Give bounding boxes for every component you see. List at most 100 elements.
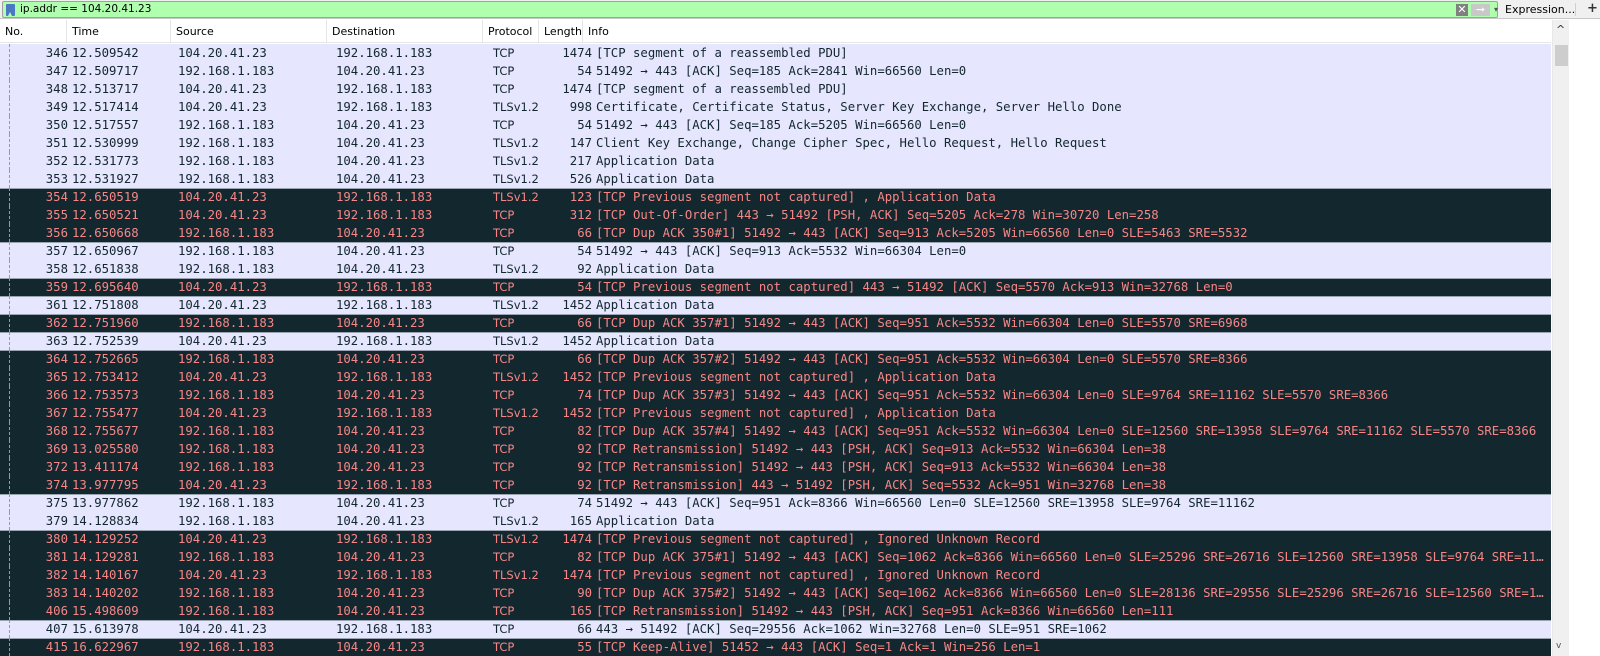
packet-number: 351: [45, 136, 68, 150]
packet-length: 217: [569, 154, 592, 168]
packet-source: 104.20.41.23: [178, 622, 267, 636]
packet-row[interactable]: 383 14.140202 192.168.1.183 104.20.41.23 TCP…: [0, 584, 1551, 602]
packet-number: 353: [45, 172, 68, 186]
vertical-scrollbar[interactable]: [1552, 20, 1569, 656]
packet-source: 192.168.1.183: [178, 316, 275, 330]
packet-row[interactable]: 358 12.651838 192.168.1.183 104.20.41.23 TLS…: [0, 260, 1551, 278]
packet-row[interactable]: 347 12.509717 192.168.1.183 104.20.41.23 TCP…: [0, 62, 1551, 80]
packet-destination: 104.20.41.23: [336, 64, 425, 78]
packet-source: 192.168.1.183: [178, 226, 275, 240]
packet-destination: 192.168.1.183: [336, 532, 433, 546]
packet-time: 12.650521: [72, 208, 139, 222]
packet-destination: 104.20.41.23: [336, 442, 425, 456]
packet-number: 364: [45, 352, 68, 366]
packet-source: 192.168.1.183: [178, 496, 275, 510]
packet-row[interactable]: 365 12.753412 104.20.41.23 192.168.1.183 TLS…: [0, 368, 1551, 386]
packet-row[interactable]: 406 15.498609 192.168.1.183 104.20.41.23 TCP…: [0, 602, 1551, 620]
packet-length: 82: [577, 550, 592, 564]
scroll-up-icon[interactable]: ^: [1556, 24, 1565, 36]
filter-history-dropdown-icon[interactable]: ▾: [1494, 5, 1498, 14]
packet-length: 74: [577, 496, 592, 510]
packet-source: 104.20.41.23: [178, 370, 267, 384]
bookmark-icon[interactable]: [6, 4, 15, 16]
column-header-time[interactable]: Time: [67, 20, 171, 43]
packet-row[interactable]: 372 13.411174 192.168.1.183 104.20.41.23 TCP…: [0, 458, 1551, 476]
packet-row[interactable]: 407 15.613978 104.20.41.23 192.168.1.183 TCP…: [0, 620, 1551, 638]
packet-destination: 104.20.41.23: [336, 316, 425, 330]
scrollbar-thumb[interactable]: [1555, 45, 1568, 66]
packet-destination: 192.168.1.183: [336, 334, 433, 348]
packet-row[interactable]: 353 12.531927 192.168.1.183 104.20.41.23 TLS…: [0, 170, 1551, 188]
column-header-protocol[interactable]: Protocol: [483, 20, 539, 43]
expression-button[interactable]: Expression...: [1505, 1, 1575, 18]
packet-row[interactable]: 380 14.129252 104.20.41.23 192.168.1.183 TLS…: [0, 530, 1551, 548]
column-header-source[interactable]: Source: [171, 20, 327, 43]
packet-info: Certificate, Certificate Status, Server …: [596, 100, 1122, 114]
packet-source: 192.168.1.183: [178, 550, 275, 564]
packet-row[interactable]: 379 14.128834 192.168.1.183 104.20.41.23 TLS…: [0, 512, 1551, 530]
packet-row[interactable]: 356 12.650668 192.168.1.183 104.20.41.23 TCP…: [0, 224, 1551, 242]
packet-list[interactable]: 346 12.509542 104.20.41.23 192.168.1.183 TCP…: [0, 44, 1551, 656]
column-header-destination[interactable]: Destination: [327, 20, 483, 43]
packet-number: 375: [45, 496, 68, 510]
packet-time: 12.517557: [72, 118, 139, 132]
packet-row[interactable]: 381 14.129281 192.168.1.183 104.20.41.23 TCP…: [0, 548, 1551, 566]
packet-row[interactable]: 369 13.025580 192.168.1.183 104.20.41.23 TCP…: [0, 440, 1551, 458]
packet-length: 123: [569, 190, 592, 204]
packet-row[interactable]: 357 12.650967 192.168.1.183 104.20.41.23 TCP…: [0, 242, 1551, 260]
packet-length: 1474: [562, 82, 592, 96]
packet-row[interactable]: 359 12.695640 104.20.41.23 192.168.1.183 TCP…: [0, 278, 1551, 296]
packet-source: 192.168.1.183: [178, 172, 275, 186]
packet-info: Client Key Exchange, Change Cipher Spec,…: [596, 136, 1107, 150]
add-filter-button[interactable]: +: [1587, 0, 1598, 18]
packet-time: 12.509717: [72, 64, 139, 78]
packet-row[interactable]: 375 13.977862 192.168.1.183 104.20.41.23 TCP…: [0, 494, 1551, 512]
packet-source: 104.20.41.23: [178, 532, 267, 546]
packet-row[interactable]: 350 12.517557 192.168.1.183 104.20.41.23 TCP…: [0, 116, 1551, 134]
clear-filter-icon[interactable]: ✕: [1456, 4, 1468, 16]
packet-source: 192.168.1.183: [178, 424, 275, 438]
packet-source: 192.168.1.183: [178, 244, 275, 258]
packet-length: 66: [577, 316, 592, 330]
packet-row[interactable]: 355 12.650521 104.20.41.23 192.168.1.183 TCP…: [0, 206, 1551, 224]
packet-source: 192.168.1.183: [178, 64, 275, 78]
packet-info: 51492 → 443 [ACK] Seq=951 Ack=8366 Win=6…: [596, 496, 1255, 510]
packet-row[interactable]: 366 12.753573 192.168.1.183 104.20.41.23 TCP…: [0, 386, 1551, 404]
packet-row[interactable]: 351 12.530999 192.168.1.183 104.20.41.23 TLS…: [0, 134, 1551, 152]
column-header-info[interactable]: Info: [583, 20, 1551, 43]
scroll-down-icon[interactable]: v: [1556, 640, 1561, 652]
packet-time: 12.695640: [72, 280, 139, 294]
packet-info: 51492 → 443 [ACK] Seq=185 Ack=5205 Win=6…: [596, 118, 967, 132]
packet-row[interactable]: 352 12.531773 192.168.1.183 104.20.41.23 TLS…: [0, 152, 1551, 170]
packet-number: 381: [45, 550, 68, 564]
packet-destination: 104.20.41.23: [336, 244, 425, 258]
packet-row[interactable]: 362 12.751960 192.168.1.183 104.20.41.23 TCP…: [0, 314, 1551, 332]
packet-info: 51492 → 443 [ACK] Seq=913 Ack=5532 Win=6…: [596, 244, 967, 258]
packet-row[interactable]: 364 12.752665 192.168.1.183 104.20.41.23 TCP…: [0, 350, 1551, 368]
packet-info: [TCP Dup ACK 375#2] 51492 → 443 [ACK] Se…: [596, 586, 1551, 600]
packet-row[interactable]: 349 12.517414 104.20.41.23 192.168.1.183 TLS…: [0, 98, 1551, 116]
packet-row[interactable]: 415 16.622967 192.168.1.183 104.20.41.23 TCP…: [0, 638, 1551, 656]
packet-row[interactable]: 374 13.977795 104.20.41.23 192.168.1.183 TCP…: [0, 476, 1551, 494]
packet-row[interactable]: 367 12.755477 104.20.41.23 192.168.1.183 TLS…: [0, 404, 1551, 422]
packet-row[interactable]: 382 14.140167 104.20.41.23 192.168.1.183 TLS…: [0, 566, 1551, 584]
packet-number: 407: [45, 622, 68, 636]
packet-row[interactable]: 368 12.755677 192.168.1.183 104.20.41.23 TCP…: [0, 422, 1551, 440]
packet-row[interactable]: 354 12.650519 104.20.41.23 192.168.1.183 TLS…: [0, 188, 1551, 206]
apply-filter-icon[interactable]: ➞: [1471, 4, 1490, 16]
packet-destination: 192.168.1.183: [336, 208, 433, 222]
column-header-no[interactable]: No.: [0, 20, 67, 43]
column-header-length[interactable]: Length: [539, 20, 583, 43]
packet-row[interactable]: 346 12.509542 104.20.41.23 192.168.1.183 TCP…: [0, 44, 1551, 62]
packet-time: 12.753573: [72, 388, 139, 402]
packet-time: 12.751808: [72, 298, 139, 312]
packet-row[interactable]: 348 12.513717 104.20.41.23 192.168.1.183 TCP…: [0, 80, 1551, 98]
packet-destination: 104.20.41.23: [336, 496, 425, 510]
packet-row[interactable]: 361 12.751808 104.20.41.23 192.168.1.183 TLS…: [0, 296, 1551, 314]
display-filter-field[interactable]: ✕ ➞ ▾: [2, 1, 1498, 18]
packet-destination: 192.168.1.183: [336, 82, 433, 96]
display-filter-input[interactable]: [20, 2, 1320, 17]
packet-row[interactable]: 363 12.752539 104.20.41.23 192.168.1.183 TLS…: [0, 332, 1551, 350]
packet-length: 165: [569, 514, 592, 528]
packet-time: 13.025580: [72, 442, 139, 456]
